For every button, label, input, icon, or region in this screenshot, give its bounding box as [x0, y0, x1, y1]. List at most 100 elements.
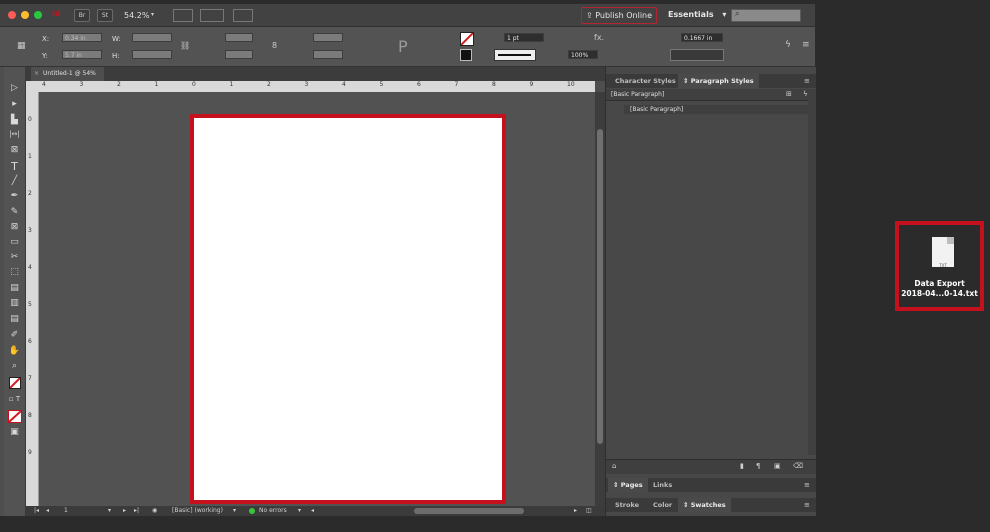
scale-y-field[interactable]: [225, 50, 253, 59]
stroke-swatch-icon[interactable]: [460, 49, 472, 61]
reference-point-icon[interactable]: ▦: [17, 41, 26, 51]
shear-field[interactable]: [313, 50, 343, 59]
style-list-scrollbar[interactable]: [808, 100, 816, 455]
publish-online-button[interactable]: ⇪ Publish Online: [581, 7, 657, 24]
close-tab-icon[interactable]: ×: [34, 67, 39, 81]
tab-stroke[interactable]: Stroke: [610, 498, 644, 512]
zoom-level[interactable]: 54.2%: [124, 11, 149, 20]
width-field[interactable]: [132, 33, 172, 42]
screen-mode-tool-icon[interactable]: ▣: [4, 427, 25, 437]
last-page-icon[interactable]: ▸|: [134, 506, 139, 516]
zoom-tool-icon[interactable]: ⌕: [4, 361, 25, 371]
stroke-weight-field[interactable]: 1 pt: [504, 33, 544, 42]
constrain-proportions-icon[interactable]: ⛓: [180, 41, 190, 50]
tab-color[interactable]: Color: [648, 498, 677, 512]
line-tool-icon[interactable]: ╱: [4, 176, 25, 186]
stroke-type-select[interactable]: [494, 49, 536, 61]
gradient-feather-tool-icon[interactable]: ▥: [4, 298, 25, 308]
vertical-ruler[interactable]: 0 1 2 3 4 5 6 7 8 9: [26, 92, 39, 506]
stock-button[interactable]: St: [97, 9, 113, 22]
quick-apply-panel-icon[interactable]: ϟ: [803, 90, 808, 98]
help-search-input[interactable]: ⌕: [731, 9, 801, 22]
page-number-field[interactable]: 1: [64, 506, 68, 516]
content-collector-icon[interactable]: ⊠: [4, 145, 25, 155]
object-style-select[interactable]: [670, 49, 724, 61]
selection-container-icon[interactable]: P: [398, 37, 408, 56]
rotation-field[interactable]: [313, 33, 343, 42]
tab-pages[interactable]: ⇕ Pages: [608, 478, 648, 492]
scale-x-field[interactable]: [225, 33, 253, 42]
pencil-tool-icon[interactable]: ✎: [4, 207, 25, 217]
horizontal-scroll-thumb[interactable]: [414, 508, 524, 514]
desktop-file-data-export[interactable]: TXT Data Export 2018-04...0-14.txt: [895, 221, 984, 311]
pen-tool-icon[interactable]: ✒: [4, 191, 25, 201]
style-state[interactable]: [Basic] (working): [172, 506, 223, 516]
bridge-button[interactable]: Br: [74, 9, 90, 22]
pages-panel-menu-icon[interactable]: ≡: [804, 481, 810, 489]
opacity-field[interactable]: 100%: [568, 50, 598, 59]
tab-links[interactable]: Links: [648, 478, 677, 492]
apply-none-icon[interactable]: [8, 410, 22, 423]
quick-apply-icon[interactable]: ϟ: [785, 40, 791, 50]
constrain-scale-icon[interactable]: 8: [272, 41, 277, 50]
preflight-profile-icon[interactable]: ◉: [152, 506, 157, 516]
tab-paragraph-styles[interactable]: ⇕ Paragraph Styles: [678, 74, 759, 88]
delete-style-icon[interactable]: ⌫: [793, 462, 803, 470]
workspace-switcher[interactable]: Essentials ▾: [668, 10, 726, 19]
panel-menu-icon[interactable]: ≡: [804, 77, 810, 85]
type-tool-icon[interactable]: T: [4, 160, 25, 173]
zoom-chevron-icon[interactable]: ▾: [151, 11, 154, 18]
hand-tool-icon[interactable]: ✋: [4, 346, 25, 356]
new-style-group-icon[interactable]: ▮: [740, 462, 744, 470]
screen-mode-icon[interactable]: [200, 9, 224, 22]
eyedropper-tool-icon[interactable]: ✐: [4, 330, 25, 340]
workspace-chevron-icon: ▾: [722, 10, 727, 19]
note-tool-icon[interactable]: ▤: [4, 314, 25, 324]
zoom-window-button[interactable]: [34, 11, 42, 19]
view-options-icon[interactable]: [173, 9, 193, 22]
first-page-icon[interactable]: |◂: [34, 506, 39, 516]
rectangle-tool-icon[interactable]: ▭: [4, 237, 25, 247]
direct-selection-tool-icon[interactable]: ▸: [4, 99, 25, 109]
vertical-scroll-thumb[interactable]: [597, 129, 603, 444]
split-layout-icon[interactable]: ◫: [586, 506, 592, 516]
free-transform-tool-icon[interactable]: ⬚: [4, 267, 25, 277]
document-tab[interactable]: × Untitled-1 @ 54%: [31, 67, 104, 81]
formatting-affects-icon[interactable]: ▫ T: [4, 395, 25, 403]
close-window-button[interactable]: [8, 11, 16, 19]
preflight-errors[interactable]: No errors: [259, 506, 287, 516]
ruler-tick-label: 1: [229, 81, 234, 88]
tab-swatches[interactable]: ⇕ Swatches: [678, 498, 731, 512]
style-list-item[interactable]: [Basic Paragraph]: [630, 106, 683, 113]
default-fill-stroke-icon[interactable]: [9, 377, 21, 389]
arrange-documents-icon[interactable]: [233, 9, 253, 22]
rectangle-frame-tool-icon[interactable]: ⊠: [4, 222, 25, 232]
page-tool-icon[interactable]: ▙: [4, 115, 25, 125]
page-number-chevron-icon[interactable]: ▾: [108, 506, 111, 516]
selection-tool-icon[interactable]: ▷: [4, 83, 25, 93]
style-state-chevron-icon[interactable]: ▾: [233, 506, 236, 516]
swatches-panel-menu-icon[interactable]: ≡: [804, 501, 810, 509]
document-page[interactable]: [190, 114, 506, 504]
scissors-tool-icon[interactable]: ✂: [4, 252, 25, 262]
gap-tool-icon[interactable]: |↔|: [4, 130, 25, 138]
effects-icon[interactable]: fx.: [594, 33, 604, 42]
next-page-icon[interactable]: ▸: [123, 506, 126, 516]
y-position-field[interactable]: 5.7 in: [62, 50, 102, 59]
height-field[interactable]: [132, 50, 172, 59]
tab-character-styles[interactable]: Character Styles: [610, 74, 681, 88]
create-new-style-icon[interactable]: ▣: [774, 462, 781, 470]
scroll-right-icon[interactable]: ▸: [574, 506, 577, 516]
x-position-field[interactable]: 0.34 in: [62, 33, 102, 42]
fill-swatch-icon[interactable]: [460, 32, 474, 46]
minimize-window-button[interactable]: [21, 11, 29, 19]
preflight-chevron-icon[interactable]: ▾: [298, 506, 301, 516]
scroll-left-icon[interactable]: ◂: [311, 506, 314, 516]
new-style-from-selection-icon[interactable]: ⊞: [786, 90, 792, 98]
style-override-icon[interactable]: ⌂: [612, 462, 616, 470]
clear-overrides-icon[interactable]: ¶: [756, 462, 760, 470]
gradient-swatch-tool-icon[interactable]: ▤: [4, 283, 25, 293]
control-panel-menu-icon[interactable]: ≡: [802, 40, 810, 50]
previous-page-icon[interactable]: ◂: [46, 506, 49, 516]
text-wrap-offset-field[interactable]: 0.1667 in: [681, 33, 723, 42]
